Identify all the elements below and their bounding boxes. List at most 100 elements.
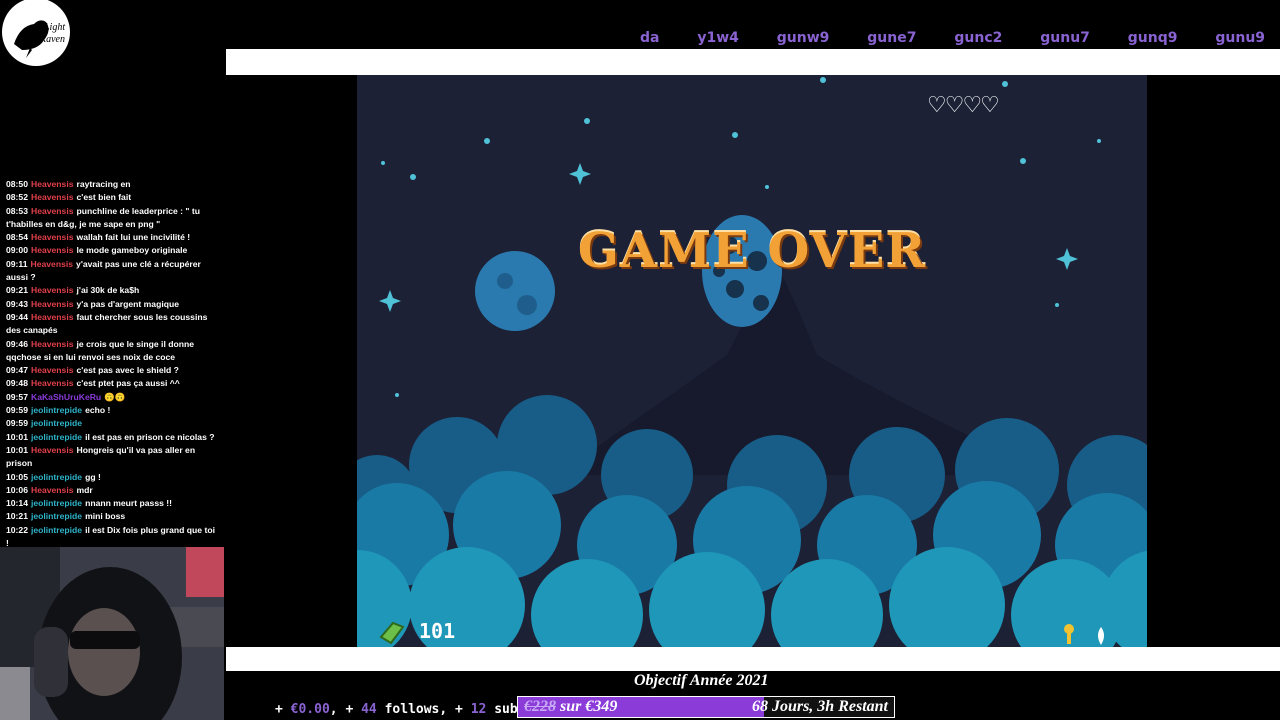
- key-icon: [1064, 624, 1074, 644]
- chat-timestamp: 09:46: [6, 338, 28, 349]
- chat-text: c'est bien fait: [76, 192, 132, 203]
- streamer-webcam-image: [0, 547, 224, 720]
- chat-username[interactable]: jeolintrepide: [31, 418, 82, 428]
- chat-username[interactable]: jeolintrepide: [31, 498, 82, 508]
- chat-timestamp: 10:21: [6, 511, 28, 522]
- goal-amount-text: €228 sur €349: [524, 698, 617, 716]
- chat-message: 09:47 Heavensis c'est pas avec le shield ?: [6, 364, 220, 377]
- chat-message: 09:59 jeolintrepide echo !: [6, 404, 220, 417]
- raven-logo-icon: Light Raven: [2, 0, 70, 66]
- donation-amount: €0.00: [290, 702, 330, 717]
- chat-message: 08:54 Heavensis wallah fait lui une incivi…: [6, 231, 220, 244]
- follows-count: 44: [361, 702, 377, 717]
- chat-username[interactable]: Heavensis: [31, 285, 74, 295]
- goal-days-remaining: 68 Jours, 3h Restant: [751, 698, 888, 715]
- chat-timestamp: 10:14: [6, 498, 28, 509]
- chat-text: raytracing en: [76, 179, 131, 189]
- ticker-item: gune7: [867, 30, 917, 46]
- chat-username[interactable]: Heavensis: [31, 378, 74, 388]
- chat-username[interactable]: Heavensis: [31, 339, 74, 349]
- chat-message: 10:01 jeolintrepide il est pas en prison c…: [6, 431, 220, 444]
- chat-username[interactable]: Heavensis: [31, 179, 74, 189]
- goal-progress-bar: €228 sur €349 68 Jours, 3h Restant: [517, 696, 895, 718]
- ticker-item: gunc2: [954, 30, 1003, 46]
- chat-timestamp: 08:50: [6, 179, 28, 189]
- chat-username[interactable]: Heavensis: [31, 485, 74, 495]
- ticker-item: gunu7: [1040, 30, 1090, 46]
- chat-username[interactable]: Heavensis: [31, 445, 74, 455]
- ticker-item: gunq9: [1127, 30, 1178, 46]
- chat-message: 09:44 Heavensis faut chercher sous les cou…: [6, 311, 220, 338]
- game-scene: [357, 75, 1147, 647]
- subscriber-ticker: da y1w4 gunw9 gune7 gunc2 gunu7 gunq9 gu…: [640, 30, 1280, 48]
- ticker-item: gunw9: [776, 30, 830, 46]
- chat-username[interactable]: Heavensis: [31, 259, 74, 269]
- chat-text: 🙃🙃: [104, 391, 126, 402]
- logo-text-light: Light: [43, 22, 65, 33]
- hearts-icon: ♡♡♡♡: [927, 93, 1000, 118]
- chat-timestamp: 10:01: [6, 431, 28, 442]
- chat-message: 08:50 Heavensis raytracing en: [6, 178, 220, 191]
- subs-count: 12: [470, 702, 487, 717]
- chat-message: 09:11 Heavensis y'avait pas une clé a récu…: [6, 258, 220, 285]
- chat-timestamp: 09:21: [6, 285, 28, 296]
- chat-message: 08:53 Heavensis punchline de leaderprice :…: [6, 205, 220, 232]
- chat-username[interactable]: Heavensis: [31, 192, 74, 202]
- chat-timestamp: 10:05: [6, 471, 28, 482]
- ticker-item: gunu9: [1215, 30, 1266, 46]
- chat-message: 09:46 Heavensis je crois que le singe il d…: [6, 338, 220, 365]
- goal-title: Objectif Année 2021: [634, 672, 769, 689]
- chat-username[interactable]: jeolintrepide: [31, 525, 82, 535]
- game-capture: GAME OVER ♡♡♡♡ 101: [357, 75, 1147, 647]
- logo-text-raven: Raven: [39, 34, 65, 45]
- ticker-item: y1w4: [697, 30, 739, 46]
- goal-target: €349: [585, 698, 618, 715]
- chat-timestamp: 09:44: [6, 311, 28, 322]
- chat-message: 09:00 Heavensis le mode gameboy originale: [6, 244, 220, 257]
- chat-username[interactable]: KaKaShUruKeRu: [31, 392, 101, 402]
- chat-timestamp: 10:22: [6, 524, 28, 535]
- rupee-icon: [379, 621, 405, 645]
- chat-timestamp: 09:00: [6, 245, 28, 256]
- goal-sur: sur: [560, 698, 582, 715]
- chat-username[interactable]: jeolintrepide: [31, 511, 82, 521]
- chat-timestamp: 09:47: [6, 365, 28, 376]
- chat-text: nnann meurt passs !!: [85, 498, 172, 509]
- chat-timestamp: 09:43: [6, 298, 28, 309]
- chat-message: 10:06 Heavensis mdr: [6, 484, 220, 497]
- chat-timestamp: 08:52: [6, 192, 28, 203]
- chat-text: j'ai 30k de ka$h: [76, 285, 140, 296]
- top-frame-bar: [226, 49, 1280, 75]
- chat-message: 10:14 jeolintrepide nnann meurt passs !!: [6, 497, 220, 510]
- chat-username[interactable]: Heavensis: [31, 312, 74, 322]
- chat-timestamp: 09:57: [6, 391, 28, 402]
- chat-username[interactable]: Heavensis: [31, 365, 74, 375]
- chat-username[interactable]: Heavensis: [31, 232, 74, 242]
- chat-timestamp: 09:11: [6, 258, 28, 269]
- chat-username[interactable]: Heavensis: [31, 299, 74, 309]
- chat-text: mdr: [76, 484, 93, 495]
- channel-logo: Light Raven: [0, 0, 74, 68]
- chat-username[interactable]: jeolintrepide: [31, 405, 82, 415]
- chat-timestamp: 08:54: [6, 232, 28, 243]
- chat-username[interactable]: jeolintrepide: [31, 432, 82, 442]
- chat-text: wallah fait lui une incivilité !: [76, 232, 191, 243]
- chat-username[interactable]: Heavensis: [31, 245, 74, 255]
- chat-username[interactable]: jeolintrepide: [31, 472, 82, 482]
- chat-message: 09:43 Heavensis y'a pas d'argent magique: [6, 298, 220, 311]
- chat-text: il est pas en prison ce nicolas ?: [85, 431, 215, 442]
- chat-text: gg !: [85, 471, 101, 482]
- chat-message: 10:21 jeolintrepide mini boss: [6, 510, 220, 523]
- chat-message: 10:05 jeolintrepide gg !: [6, 471, 220, 484]
- chat-timestamp: 09:59: [6, 418, 28, 429]
- chat-text: le mode gameboy originale: [76, 245, 188, 256]
- chat-username[interactable]: Heavensis: [31, 206, 74, 216]
- ticker-item: da: [640, 30, 660, 46]
- chat-text: c'est pas avec le shield ?: [76, 365, 179, 376]
- chat-message: 09:48 Heavensis c'est ptet pas ça aussi ^^: [6, 377, 220, 390]
- follows-label: follows: [384, 702, 440, 717]
- chat-text: y'a pas d'argent magique: [76, 298, 179, 309]
- stream-stats: + €0.00, + 44 follows, + 12 subs: [275, 702, 526, 717]
- feather-icon: [1098, 627, 1104, 645]
- game-over-title: GAME OVER: [577, 223, 927, 279]
